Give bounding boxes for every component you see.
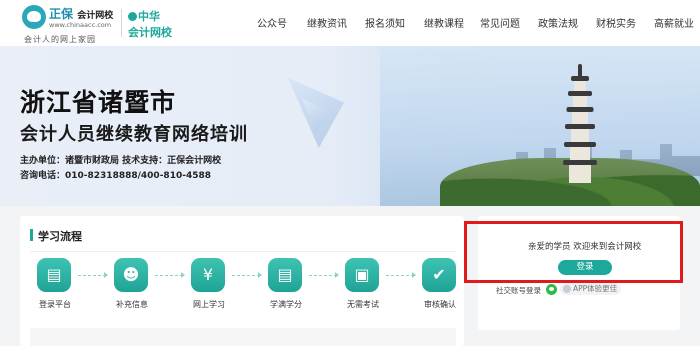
step-label: 学满学分 <box>270 300 302 309</box>
banner-subtitle: 会计人员继续教育网络培训 <box>20 124 248 145</box>
step-label: 无需考试 <box>347 300 379 309</box>
step-no-exam[interactable]: ▣ 无需考试 <box>328 258 398 310</box>
step-complete-info[interactable]: ☻ 补充信息 <box>97 258 167 310</box>
logo-url: www.chinaacc.com <box>49 21 112 29</box>
nav-item-tax-practice[interactable]: 财税实务 <box>596 15 636 30</box>
nav-item-faq[interactable]: 常见问题 <box>480 15 520 30</box>
partner-logo-line2: 会计网校 <box>128 26 172 39</box>
process-content-area <box>30 328 456 346</box>
login-button[interactable]: 登录 <box>558 260 612 275</box>
pagoda-image <box>563 64 597 206</box>
top-header: 正保 会计网校 www.chinaacc.com 会计人的网上家园 中华 会计网… <box>0 0 700 46</box>
banner-title: 浙江省诸暨市 <box>20 88 177 117</box>
logo-brand: 正保 会计网校 <box>49 7 114 21</box>
step-online-study[interactable]: ¥ 网上学习 <box>174 258 244 310</box>
social-login-label: 社交账号登录 <box>496 286 541 295</box>
nav-item-jobs[interactable]: 高薪就业 <box>654 15 694 30</box>
monitor-icon: ▣ <box>345 258 379 292</box>
logo-slogan: 会计人的网上家园 <box>24 35 96 44</box>
thumbs-up-icon: ✔ <box>422 258 456 292</box>
step-label: 网上学习 <box>193 300 225 309</box>
partner-logo-icon <box>128 12 137 21</box>
step-earn-credits[interactable]: ▤ 学满学分 <box>251 258 321 310</box>
partner-logo[interactable]: 中华 会计网校 <box>128 8 188 39</box>
logo-mark-icon <box>22 5 46 29</box>
wechat-login-icon[interactable] <box>546 284 557 295</box>
yen-bag-icon: ¥ <box>191 258 225 292</box>
welcome-message: 亲爱的学员 欢迎来到会计网校 <box>528 242 642 252</box>
nav-item-news[interactable]: 继教资讯 <box>307 15 347 30</box>
nav-item-enroll-notice[interactable]: 报名须知 <box>365 15 405 30</box>
certificate-icon: ▤ <box>268 258 302 292</box>
nav-item-wechat[interactable]: 公众号 <box>257 15 287 30</box>
user-check-icon: ☻ <box>114 258 148 292</box>
banner-phone: 咨询电话：010-82318888/400-810-4588 <box>20 171 211 181</box>
step-label: 登录平台 <box>39 300 71 309</box>
banner-organizer: 主办单位：诸暨市财政局 技术支持：正保会计网校 <box>20 156 222 166</box>
app-experience-link[interactable]: APP体验更佳 <box>560 283 622 295</box>
step-label: 补充信息 <box>116 300 148 309</box>
hero-banner: 浙江省诸暨市 会计人员继续教育网络培训 主办单位：诸暨市财政局 技术支持：正保会… <box>0 46 700 206</box>
id-card-icon: ▤ <box>37 258 71 292</box>
section-title: 学习流程 <box>30 228 82 244</box>
logo-divider <box>121 9 122 37</box>
step-label: 审核确认 <box>424 300 456 309</box>
partner-logo-line1: 中华 <box>138 10 160 23</box>
step-login-platform[interactable]: ▤ 登录平台 <box>20 258 90 310</box>
nav-item-courses[interactable]: 继教课程 <box>424 15 464 30</box>
divider <box>30 251 456 252</box>
study-process-card: 学习流程 ▤ 登录平台 ☻ 补充信息 ¥ 网上学习 ▤ 学满学分 ▣ 无需考试 … <box>20 216 464 346</box>
chinaacc-logo[interactable]: 正保 会计网校 www.chinaacc.com 会计人的网上家园 <box>22 4 118 44</box>
nav-item-policy[interactable]: 政策法规 <box>538 15 578 30</box>
